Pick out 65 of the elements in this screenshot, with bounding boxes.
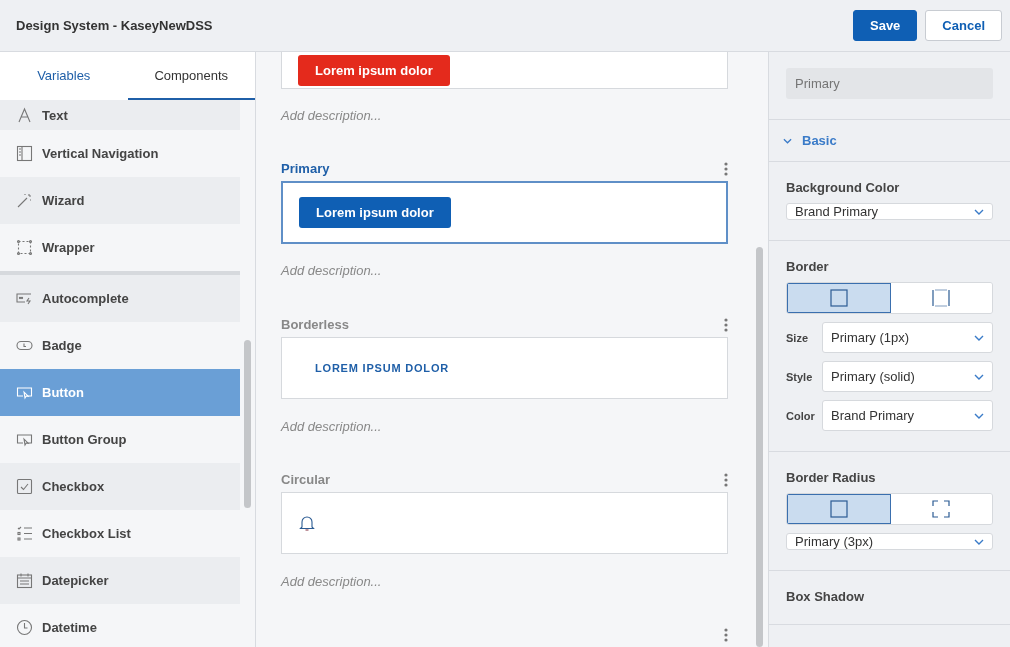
variant-preview-card[interactable]: LOREM IPSUM DOLOR <box>281 336 728 400</box>
dropdown[interactable]: Primary (solid) <box>822 361 993 392</box>
dropdown[interactable]: Primary (1px) <box>822 322 993 353</box>
more-options-icon[interactable] <box>724 472 728 487</box>
tab[interactable]: Variables <box>0 52 128 100</box>
variant-title: Primary <box>281 161 330 177</box>
checkbox-icon <box>16 478 33 495</box>
calendar-icon <box>16 572 33 589</box>
chevron-down-icon <box>783 137 792 144</box>
side-borders-icon <box>932 289 951 307</box>
segmented-control[interactable] <box>786 493 993 525</box>
dropdown[interactable]: Brand Primary <box>786 203 993 220</box>
more-options-icon[interactable] <box>724 162 728 177</box>
clock-icon <box>16 619 33 636</box>
component-list-item[interactable]: Text <box>0 100 241 130</box>
field-label: Border <box>786 259 830 274</box>
chevron-down-icon <box>974 208 984 215</box>
button-cursor-icon <box>16 431 33 448</box>
segment-option[interactable] <box>787 494 891 524</box>
dropdown[interactable]: Primary (3px) <box>786 533 993 550</box>
magic-wand-icon <box>16 192 33 209</box>
chevron-down-icon <box>974 538 984 545</box>
field-label: Border Radius <box>786 470 877 485</box>
dashed-frame-icon <box>16 239 33 256</box>
segment-option[interactable] <box>890 283 992 313</box>
variant-title: Circular <box>281 471 331 487</box>
chevron-down-icon <box>974 334 984 341</box>
sample-button[interactable]: LOREM IPSUM DOLOR <box>298 352 466 384</box>
square-icon <box>829 500 848 518</box>
checklist-icon <box>16 525 33 542</box>
field-label: Color <box>786 409 816 422</box>
corner-marks-icon <box>932 500 951 518</box>
chevron-down-icon <box>974 373 984 380</box>
variant-preview-card[interactable]: Lorem ipsum dolor <box>281 181 728 244</box>
window-title: Design System - KaseyNewDSS <box>16 18 214 33</box>
segment-option[interactable] <box>890 494 992 524</box>
bell-icon[interactable] <box>298 514 316 533</box>
segmented-control[interactable] <box>786 282 993 314</box>
scrollbar-thumb[interactable] <box>756 247 763 647</box>
button-cursor-icon <box>16 384 33 401</box>
field-label: Background Color <box>786 180 901 195</box>
field-label: Size <box>786 331 809 344</box>
cancel-button[interactable]: Cancel <box>925 10 1002 41</box>
field-label: Box Shadow <box>786 589 865 604</box>
scrollbar-thumb[interactable] <box>244 340 252 508</box>
component-list-item[interactable]: Datepicker <box>0 557 241 604</box>
component-list-item[interactable]: Wizard <box>0 177 241 224</box>
segment-option[interactable] <box>787 283 891 313</box>
sample-button[interactable]: Lorem ipsum dolor <box>299 197 451 229</box>
component-list-item[interactable]: Checkbox <box>0 463 241 510</box>
variant-title: Borderless <box>281 316 349 332</box>
component-list-item[interactable]: Autocomplete <box>0 275 241 322</box>
more-options-icon[interactable] <box>724 628 728 642</box>
sidebar-layout-icon <box>16 145 33 162</box>
save-button[interactable]: Save <box>853 10 918 41</box>
basic-section-toggle[interactable]: Basic <box>769 120 1010 162</box>
square-icon <box>829 289 848 307</box>
more-options-icon[interactable] <box>724 317 728 332</box>
sample-button[interactable]: Lorem ipsum dolor <box>298 55 450 86</box>
letter-a-icon <box>16 106 33 124</box>
field-label: Style <box>786 370 814 383</box>
chevron-down-icon <box>974 412 984 419</box>
input-lightning-icon <box>16 290 33 307</box>
variant-preview-card[interactable]: Lorem ipsum dolor <box>281 52 728 89</box>
dropdown[interactable]: Brand Primary <box>822 400 993 431</box>
